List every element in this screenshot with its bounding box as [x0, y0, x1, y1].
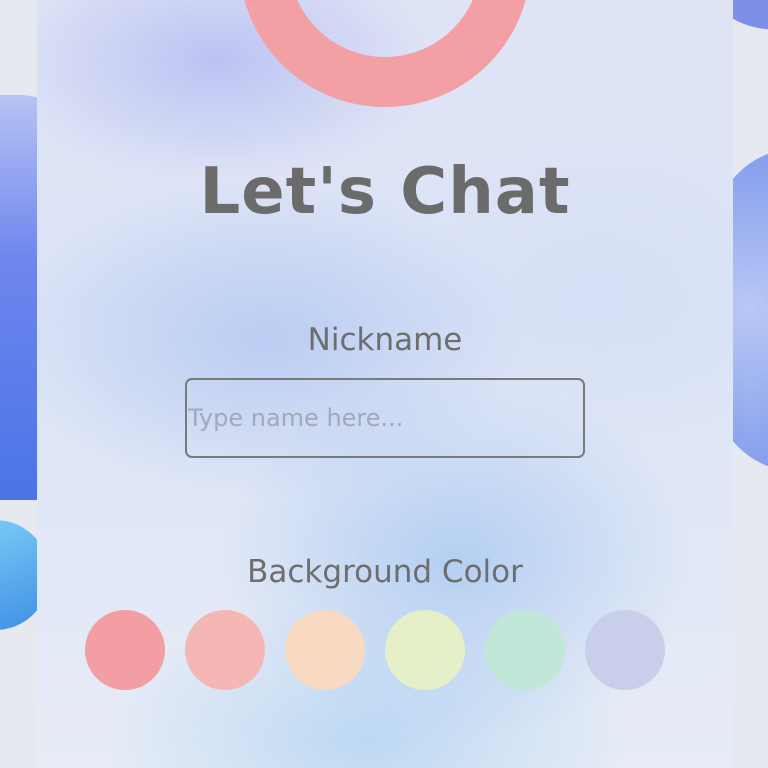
color-swatch-peach[interactable] [285, 610, 365, 690]
nickname-input[interactable] [185, 378, 585, 458]
login-panel: Let's Chat Nickname Background Color [37, 0, 733, 768]
avatar-ring-icon [239, 0, 531, 107]
color-swatch-mint[interactable] [485, 610, 565, 690]
background-color-label: Background Color [247, 554, 523, 590]
app-screen: Let's Chat Nickname Background Color [0, 0, 768, 768]
color-swatch-list [85, 610, 685, 690]
page-title: Let's Chat [199, 155, 571, 229]
color-swatch-red[interactable] [85, 610, 165, 690]
nickname-label: Nickname [307, 322, 463, 358]
color-swatch-pink[interactable] [185, 610, 265, 690]
color-swatch-lavender[interactable] [585, 610, 665, 690]
color-swatch-lime[interactable] [385, 610, 465, 690]
